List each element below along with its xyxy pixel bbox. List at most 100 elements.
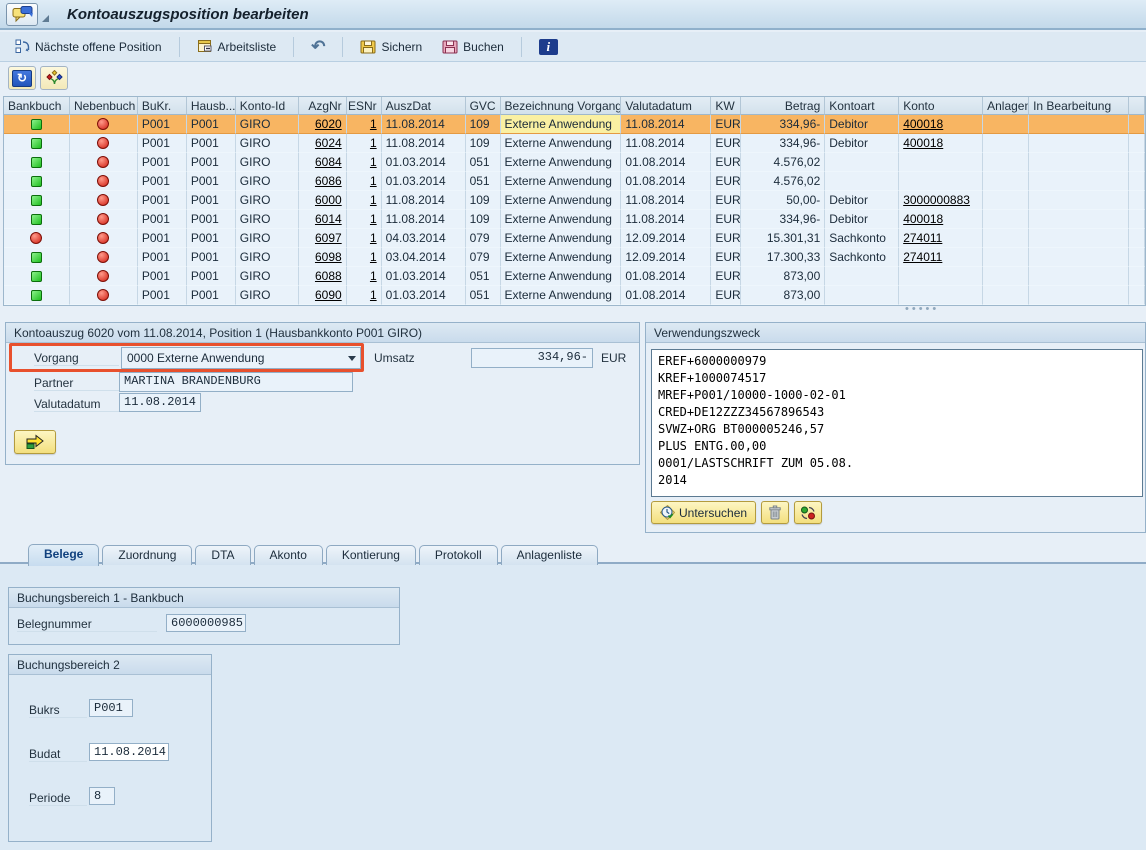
column-header[interactable]: Nebenbuch (70, 97, 138, 115)
column-header[interactable]: GVC (466, 97, 501, 115)
column-header[interactable]: Anlagen (983, 97, 1029, 115)
esnr-link[interactable]: 1 (370, 210, 377, 228)
services-for-object-button[interactable] (6, 3, 38, 26)
azgnr-link[interactable]: 6000 (315, 191, 342, 209)
column-header[interactable]: Bankbuch (4, 97, 70, 115)
column-header[interactable]: Konto-Id (236, 97, 299, 115)
refresh-button[interactable]: ↻ (8, 66, 36, 90)
column-header[interactable]: Bezeichnung Vorgang (501, 97, 622, 115)
budat-field[interactable]: 11.08.2014 (89, 743, 169, 761)
column-header[interactable]: Betrag (741, 97, 825, 115)
table-row[interactable]: P001P001GIRO6024111.08.2014109Externe An… (4, 134, 1145, 153)
delete-button[interactable] (761, 501, 789, 524)
tab-akonto[interactable]: Akonto (254, 545, 323, 565)
tab-kontierung[interactable]: Kontierung (326, 545, 416, 565)
table-row[interactable]: P001P001GIRO6014111.08.2014109Externe An… (4, 210, 1145, 229)
azgnr-link[interactable]: 6020 (315, 115, 342, 133)
azgnr-link[interactable]: 6024 (315, 134, 342, 152)
column-header[interactable]: Hausb... (187, 97, 236, 115)
esnr-link[interactable]: 1 (370, 229, 377, 247)
vorgang-combobox[interactable]: 0000 Externe Anwendung (121, 347, 361, 369)
column-header[interactable]: ESNr (347, 97, 382, 115)
column-header[interactable]: BuKr. (138, 97, 187, 115)
grid-cell: GIRO (236, 191, 299, 210)
column-header[interactable]: Konto (899, 97, 983, 115)
esnr-link[interactable]: 1 (370, 172, 377, 190)
grid-cell (825, 267, 899, 286)
konto-link[interactable]: 3000000883 (903, 191, 970, 209)
grid-cell: Externe Anwendung (501, 248, 622, 267)
konto-link[interactable]: 400018 (903, 210, 943, 228)
grid-cell: EUR (711, 248, 741, 267)
grid-cell (4, 172, 70, 191)
grid-cell (899, 153, 983, 172)
grid-cell: 03.04.2014 (382, 248, 466, 267)
konto-link[interactable]: 274011 (903, 229, 942, 247)
azgnr-link[interactable]: 6098 (315, 248, 342, 266)
tab-belege[interactable]: Belege (28, 544, 99, 566)
esnr-link[interactable]: 1 (370, 134, 377, 152)
grid-cell (4, 267, 70, 286)
table-row[interactable]: P001P001GIRO6086101.03.2014051Externe An… (4, 172, 1145, 191)
esnr-link[interactable]: 1 (370, 153, 377, 171)
esnr-link[interactable]: 1 (370, 248, 377, 266)
esnr-link[interactable]: 1 (370, 191, 377, 209)
save-button[interactable]: Sichern (353, 35, 429, 58)
green-status-icon (31, 119, 42, 130)
azgnr-link[interactable]: 6086 (315, 172, 342, 190)
esnr-link[interactable]: 1 (370, 286, 377, 304)
column-header[interactable]: AuszDat (382, 97, 466, 115)
column-header[interactable]: Valutadatum (621, 97, 711, 115)
column-header[interactable]: In Bearbeitung (1029, 97, 1129, 115)
azgnr-link[interactable]: 6084 (315, 153, 342, 171)
tab-protokoll[interactable]: Protokoll (419, 545, 498, 565)
grid-cell: GIRO (236, 267, 299, 286)
konto-link[interactable]: 400018 (903, 134, 943, 152)
info-button[interactable]: i (532, 35, 565, 59)
column-header[interactable]: AzgNr (299, 97, 347, 115)
column-header[interactable]: Kontoart (825, 97, 899, 115)
azgnr-link[interactable]: 6088 (315, 267, 342, 285)
services-dropdown-button[interactable] (38, 3, 53, 26)
tab-anlagenliste[interactable]: Anlagenliste (501, 545, 598, 565)
grid-cell (1129, 172, 1145, 191)
grid-cell (1129, 286, 1145, 305)
azgnr-link[interactable]: 6014 (315, 210, 342, 228)
splitter-handle[interactable]: ••••• (905, 303, 939, 315)
verwendungszweck-textarea[interactable]: EREF+6000000979 KREF+1000074517 MREF+P00… (651, 349, 1143, 497)
chevron-down-icon[interactable] (344, 348, 360, 368)
grid-cell: 01.03.2014 (382, 172, 466, 191)
grid-cell (4, 248, 70, 267)
esnr-link[interactable]: 1 (370, 267, 377, 285)
column-header[interactable]: KW (711, 97, 741, 115)
table-row[interactable]: P001P001GIRO6098103.04.2014079Externe An… (4, 248, 1145, 267)
grid-cell: P001 (187, 172, 236, 191)
post-button[interactable]: Buchen (435, 35, 511, 58)
untersuchen-button[interactable]: Untersuchen (651, 501, 756, 524)
table-row[interactable]: P001P001GIRO6097104.03.2014079Externe An… (4, 229, 1145, 248)
table-row[interactable]: P001P001GIRO6090101.03.2014051Externe An… (4, 286, 1145, 305)
tab-zuordnung[interactable]: Zuordnung (102, 545, 192, 565)
toggle-status-button[interactable] (794, 501, 822, 524)
next-open-position-button[interactable]: Nächste offene Position (8, 35, 169, 58)
worklist-button[interactable]: Arbeitsliste (190, 35, 284, 58)
buchungsbereich-2-title: Buchungsbereich 2 (9, 655, 211, 675)
table-row[interactable]: P001P001GIRO6084101.03.2014051Externe An… (4, 153, 1145, 172)
konto-link[interactable]: 274011 (903, 248, 942, 266)
grid-cell (4, 191, 70, 210)
forward-button[interactable] (14, 430, 56, 454)
table-row[interactable]: P001P001GIRO6088101.03.2014051Externe An… (4, 267, 1145, 286)
green-status-icon (31, 252, 42, 263)
tab-dta[interactable]: DTA (195, 545, 250, 565)
konto-link[interactable]: 400018 (903, 115, 943, 133)
verwendungszweck-box: Verwendungszweck EREF+6000000979 KREF+10… (645, 322, 1146, 533)
esnr-link[interactable]: 1 (370, 115, 377, 133)
table-row[interactable]: P001P001GIRO6000111.08.2014109Externe An… (4, 191, 1145, 210)
azgnr-link[interactable]: 6090 (315, 286, 342, 304)
undo-button[interactable]: ↶ (304, 36, 332, 58)
sort-hierarchy-button[interactable] (40, 66, 68, 90)
grid-cell (4, 229, 70, 248)
table-row[interactable]: P001P001GIRO6020111.08.2014109Externe An… (4, 115, 1145, 134)
position-detail-box: Kontoauszug 6020 vom 11.08.2014, Positio… (5, 322, 640, 465)
azgnr-link[interactable]: 6097 (315, 229, 342, 247)
